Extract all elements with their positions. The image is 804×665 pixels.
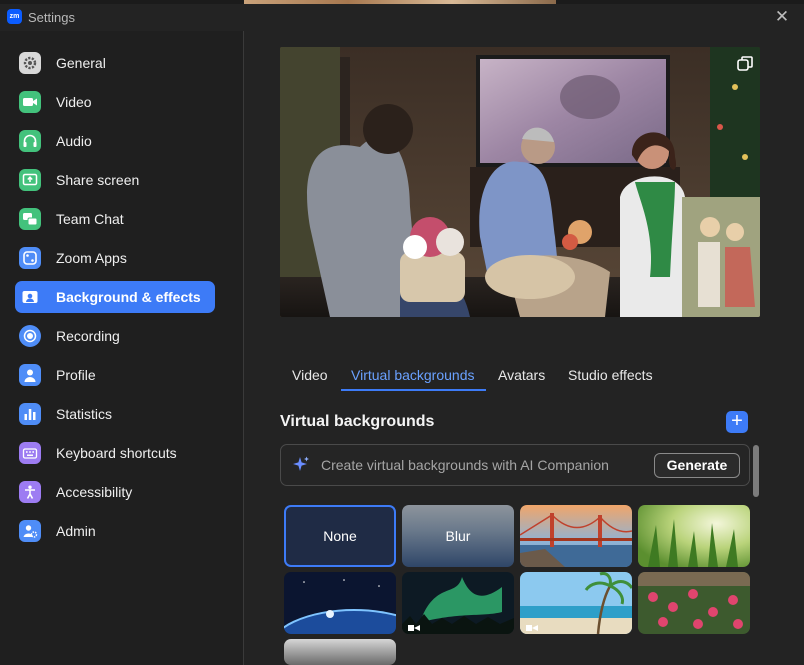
sidebar-item-label: Recording — [56, 328, 120, 344]
keyboard-icon — [19, 442, 41, 464]
ai-companion-bar[interactable]: Create virtual backgrounds with AI Compa… — [280, 444, 750, 486]
background-tile-partial[interactable] — [284, 639, 396, 665]
zoom-logo-icon: zm — [7, 9, 22, 24]
title-bar: zm Settings ✕ — [0, 4, 804, 31]
active-tab-underline — [341, 389, 486, 391]
sidebar-item-label: Statistics — [56, 406, 113, 422]
sidebar-item-label: General — [56, 55, 106, 71]
profile-icon — [19, 364, 41, 386]
sidebar-item-zoom-apps[interactable]: Zoom Apps — [15, 242, 215, 274]
person-card-icon — [19, 286, 41, 308]
close-icon[interactable]: ✕ — [774, 8, 790, 25]
flowers-thumbnail — [638, 572, 750, 634]
chat-bubbles-icon — [19, 208, 41, 230]
share-screen-icon — [19, 169, 41, 191]
background-tile-label: Blur — [445, 528, 471, 544]
settings-window: zm Settings ✕ General Video Audio Share … — [0, 4, 804, 665]
section-title: Virtual backgrounds — [280, 413, 435, 430]
accessibility-icon — [19, 481, 41, 503]
sidebar-item-general[interactable]: General — [15, 47, 215, 79]
sidebar-item-statistics[interactable]: Statistics — [15, 398, 215, 430]
aurora-thumbnail — [402, 572, 514, 634]
scrollbar[interactable] — [753, 411, 759, 661]
background-tile-grass[interactable] — [638, 505, 750, 567]
sidebar-item-label: Accessibility — [56, 484, 133, 500]
settings-content: Video Virtual backgrounds Avatars Studio… — [244, 31, 804, 665]
tab-video[interactable]: Video — [292, 367, 328, 383]
background-tile-earth[interactable] — [284, 572, 396, 634]
sidebar-item-recording[interactable]: Recording — [15, 320, 215, 352]
background-tile-flowers[interactable] — [638, 572, 750, 634]
sidebar-item-background-effects[interactable]: Background & effects — [15, 281, 215, 313]
sidebar-item-admin[interactable]: Admin — [15, 515, 215, 547]
tab-virtual-backgrounds[interactable]: Virtual backgrounds — [351, 367, 474, 383]
bar-chart-icon — [19, 403, 41, 425]
tab-studio-effects[interactable]: Studio effects — [568, 367, 653, 383]
sparkle-icon — [293, 456, 309, 471]
sidebar-item-label: Video — [56, 94, 92, 110]
sidebar-item-team-chat[interactable]: Team Chat — [15, 203, 215, 235]
record-icon — [19, 325, 41, 347]
beach-palm-thumbnail — [520, 572, 632, 634]
sidebar-item-label: Admin — [56, 523, 96, 539]
earth-from-space-thumbnail — [284, 572, 396, 634]
background-tile-golden-gate[interactable] — [520, 505, 632, 567]
rotate-camera-icon[interactable] — [736, 55, 754, 73]
gear-icon — [19, 52, 41, 74]
generate-button[interactable]: Generate — [654, 453, 740, 478]
background-tile-aurora[interactable] — [402, 572, 514, 634]
sidebar-item-label: Background & effects — [56, 289, 201, 305]
background-tile-blur[interactable]: Blur — [402, 505, 514, 567]
background-tile-beach[interactable] — [520, 572, 632, 634]
video-camera-icon — [19, 91, 41, 113]
sidebar-item-label: Profile — [56, 367, 96, 383]
sidebar-item-label: Team Chat — [56, 211, 124, 227]
golden-gate-thumbnail — [520, 505, 632, 567]
sidebar-item-label: Audio — [56, 133, 92, 149]
sidebar-item-profile[interactable]: Profile — [15, 359, 215, 391]
headphones-icon — [19, 130, 41, 152]
background-tile-label: None — [323, 528, 357, 544]
zoom-apps-icon — [19, 247, 41, 269]
admin-user-gear-icon — [19, 520, 41, 542]
sidebar-item-share-screen[interactable]: Share screen — [15, 164, 215, 196]
scrollbar-thumb[interactable] — [753, 445, 759, 497]
sidebar-item-label: Share screen — [56, 172, 140, 188]
camera-preview-image — [280, 47, 760, 317]
settings-sidebar: General Video Audio Share screen Team Ch… — [0, 31, 244, 665]
background-tile-none[interactable]: None — [284, 505, 396, 567]
sidebar-item-keyboard-shortcuts[interactable]: Keyboard shortcuts — [15, 437, 215, 469]
sidebar-item-accessibility[interactable]: Accessibility — [15, 476, 215, 508]
ai-companion-prompt: Create virtual backgrounds with AI Compa… — [321, 457, 609, 473]
sidebar-item-video[interactable]: Video — [15, 86, 215, 118]
add-background-button[interactable]: + — [726, 411, 748, 433]
sidebar-item-label: Keyboard shortcuts — [56, 445, 177, 461]
tab-avatars[interactable]: Avatars — [498, 367, 545, 383]
green-grass-thumbnail — [638, 505, 750, 567]
sidebar-item-label: Zoom Apps — [56, 250, 127, 266]
camera-preview — [280, 47, 760, 317]
window-title: Settings — [28, 10, 75, 25]
sidebar-item-audio[interactable]: Audio — [15, 125, 215, 157]
